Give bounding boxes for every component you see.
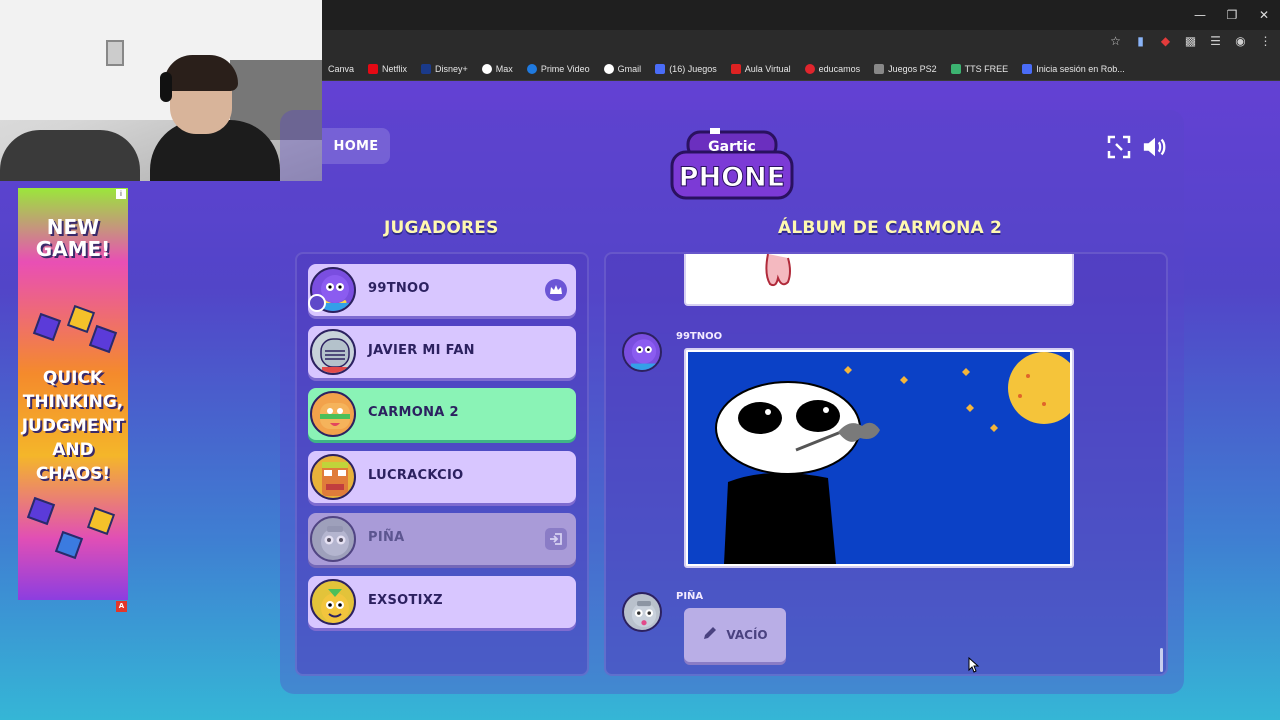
bookmark-label: (16) Juegos [669,63,717,74]
game-box-icon [66,304,96,334]
window-controls: — ❐ ✕ [1184,0,1280,30]
ad-tagline: QUICK THINKING, JUDGMENT AND CHAOS! [21,368,125,484]
star-icon[interactable]: ☆ [1109,34,1122,48]
bookmark-educamos[interactable]: educamos [804,63,861,74]
bookmark-label: TTS FREE [964,63,1009,74]
players-title: JUGADORES [384,218,499,238]
avatar [622,332,662,372]
google-icon [603,63,614,74]
bookmark-aula-virtual[interactable]: Aula Virtual [730,63,791,74]
bookmark-label: Netflix [382,63,408,74]
game-box-icon [86,506,116,536]
bookmark-label: educamos [818,63,861,74]
left-game-icon [545,528,567,550]
player-row[interactable]: JAVIER MI FAN [308,326,576,378]
avatar [310,329,356,375]
player-name: 99TNOO [368,281,430,296]
max-icon [481,63,492,74]
volume-icon[interactable] [1142,134,1168,160]
extension-doc-icon[interactable]: ▮ [1134,34,1147,48]
minimize-icon[interactable]: — [1184,0,1216,30]
bookmark-label: Disney+ [435,63,468,74]
host-badge-icon [308,294,326,312]
album-title: ÁLBUM DE CARMONA 2 [778,218,1003,238]
entry-author: 99TNOO [676,331,723,342]
bookmark-disney[interactable]: Disney+ [421,63,468,74]
player-name: JAVIER MI FAN [368,343,475,358]
bookmark-canva[interactable]: Canva [328,64,354,74]
disney-icon [421,63,432,74]
empty-entry: VACÍO [684,608,786,662]
mouse-cursor-icon [968,656,980,677]
webcam-overlay [0,0,322,181]
bookmark-label: Canva [328,63,355,74]
bookmark-tts-free[interactable]: TTS FREE [950,63,1009,74]
bookmark-roblox[interactable]: Inicia sesión en Rob... [1022,63,1125,74]
juegos-icon [655,63,666,74]
extension-red-icon[interactable]: ◆ [1159,34,1172,48]
bookmark-label: Gmail [617,63,642,74]
restore-icon[interactable]: ❐ [1216,0,1248,30]
ad-headline: NEW GAME! [35,215,111,261]
game-box-icon [54,530,84,560]
player-row[interactable]: LUCRACKCIO [308,451,576,503]
bookmark-netflix[interactable]: Netflix [368,63,408,74]
player-name: LUCRACKCIO [368,468,464,483]
player-row[interactable]: EXSOTIXZ [308,576,576,628]
bookmark-juegos-ps2[interactable]: Juegos PS2 [874,63,937,74]
ad-banner[interactable]: i NEW GAME! QUICK THINKING, JUDGMENT AND… [18,188,128,600]
media-icon[interactable]: ☰ [1209,34,1222,48]
album-scrollbar[interactable] [1160,648,1163,672]
bookmark-juegos[interactable]: (16) Juegos [655,63,717,74]
ps2-icon [874,63,885,74]
logo-top-text: Gartic [708,139,756,155]
logo-bottom-text: PHONE [679,162,785,193]
pencil-icon [702,625,718,645]
bookmark-label: Prime Video [540,63,590,74]
avatar [310,516,356,562]
close-icon[interactable]: ✕ [1248,0,1280,30]
empty-label: VACÍO [726,628,768,642]
player-row[interactable]: 99TNOO [308,264,576,316]
player-name: PIÑA [368,530,405,545]
game-box-icon [26,496,56,526]
educamos-icon [804,63,815,74]
gartic-phone-logo: Gartic PHONE [670,128,794,204]
bookmark-label: Juegos PS2 [888,63,937,74]
player-row[interactable]: PIÑA [308,513,576,565]
ad-info-icon[interactable]: i [116,189,126,199]
home-button[interactable]: HOME [322,128,390,164]
player-name: CARMONA 2 [368,405,459,420]
avatar [310,391,356,437]
adchoices-icon[interactable]: A [116,601,127,612]
netflix-icon [368,63,379,74]
roblox-icon [1022,63,1033,74]
crown-icon [545,279,567,301]
puzzle-icon[interactable]: ▩ [1184,34,1197,48]
aula-virtual-icon [730,63,741,74]
game-box-icon [32,312,62,342]
game-box-icon [88,324,118,354]
player-name: EXSOTIXZ [368,593,443,608]
menu-icon[interactable]: ⋮ [1259,34,1272,48]
bookmark-label: Inicia sesión en Rob... [1036,63,1125,74]
bookmark-label: Max [495,63,513,74]
bookmark-prime-video[interactable]: Prime Video [526,63,590,74]
fullscreen-icon[interactable] [1106,134,1132,160]
bookmark-max[interactable]: Max [481,63,513,74]
avatar [310,454,356,500]
tts-icon [950,63,961,74]
bookmark-label: Aula Virtual [744,63,791,74]
avatar [622,592,662,632]
profile-icon[interactable]: ◉ [1234,34,1247,48]
prime-video-icon [526,63,537,74]
avatar [310,579,356,625]
previous-drawing [684,253,1074,306]
entry-author: PIÑA [676,591,704,602]
bookmark-gmail[interactable]: Gmail [603,63,642,74]
player-row[interactable]: CARMONA 2 [308,388,576,440]
album-drawing [684,348,1080,568]
